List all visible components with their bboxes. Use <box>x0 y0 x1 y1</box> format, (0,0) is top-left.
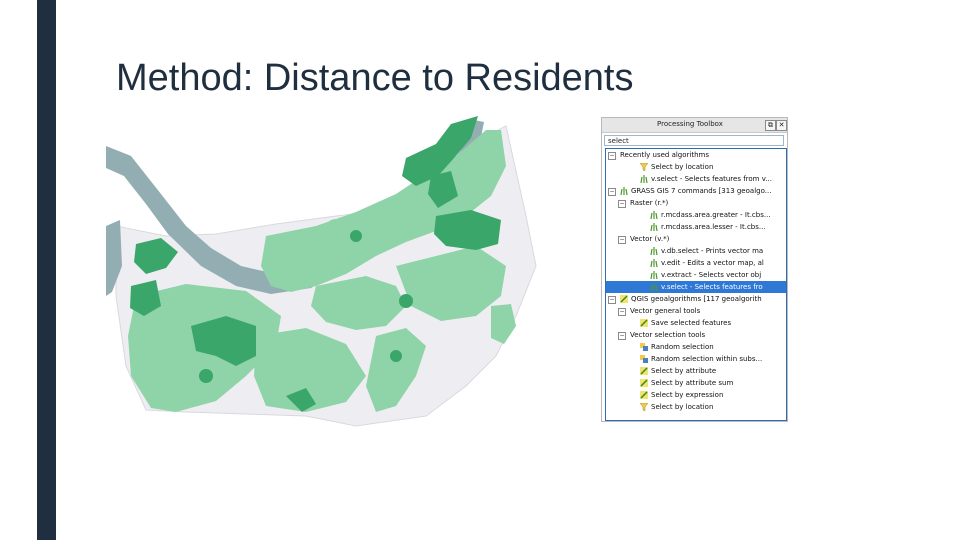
qgis-icon <box>620 295 628 303</box>
algorithm-tree[interactable]: − Recently used algorithms Select by locat… <box>605 148 787 421</box>
tree-item[interactable]: r.mcdass.area.greater - It.cbs... <box>606 209 786 221</box>
tree-item-label: Save selected features <box>651 319 732 327</box>
grass-icon <box>650 223 658 232</box>
toolbox-title: Processing Toolbox <box>657 120 723 128</box>
tree-item[interactable]: v.extract - Selects vector obj <box>606 269 786 281</box>
toolbox-search-input[interactable]: select <box>604 135 784 146</box>
tree-item[interactable]: − Vector general tools <box>606 305 786 317</box>
tree-item[interactable]: v.edit - Edits a vector map, al <box>606 257 786 269</box>
tree-item-label: Select by location <box>651 403 714 411</box>
tree-item-label: v.edit - Edits a vector map, al <box>661 259 764 267</box>
collapse-toggle-icon[interactable]: − <box>618 332 626 340</box>
tree-item[interactable]: Select by attribute <box>606 365 786 377</box>
collapse-toggle-icon[interactable]: − <box>608 152 616 160</box>
tree-item-label: v.db.select - Prints vector ma <box>661 247 764 255</box>
tree-item-label: v.select - Selects features fro <box>661 283 763 291</box>
tree-item-label: Random selection within subs... <box>651 355 763 363</box>
tree-item-label: v.extract - Selects vector obj <box>661 271 762 279</box>
tree-item[interactable]: − GRASS GIS 7 commands [313 geoalgo... <box>606 185 786 197</box>
collapse-toggle-icon[interactable]: − <box>608 188 616 196</box>
grass-icon <box>650 283 658 292</box>
tree-item[interactable]: − Recently used algorithms <box>606 149 786 161</box>
grass-icon <box>650 247 658 256</box>
close-panel-button[interactable]: ✕ <box>776 120 787 131</box>
tree-item[interactable]: Save selected features <box>606 317 786 329</box>
tree-item-label: Select by location <box>651 163 714 171</box>
tree-item[interactable]: v.select - Selects features from v... <box>606 173 786 185</box>
qgis-icon <box>640 367 648 375</box>
tree-item-label: QGIS geoalgorithms [117 geoalgorith <box>631 295 762 303</box>
toolbox-titlebar: Processing Toolbox ⧉ ✕ <box>602 118 787 133</box>
grass-icon <box>650 271 658 280</box>
tree-item[interactable]: v.select - Selects features fro <box>606 281 786 293</box>
qgis-icon <box>640 319 648 327</box>
qgis-icon <box>640 391 648 399</box>
tree-item-label: v.select - Selects features from v... <box>651 175 772 183</box>
tree-item-label: Recently used algorithms <box>620 151 709 159</box>
tree-item[interactable]: Select by attribute sum <box>606 377 786 389</box>
funnel-icon <box>639 162 649 172</box>
tree-item-label: Select by attribute <box>651 367 717 375</box>
tree-item-label: Vector general tools <box>630 307 701 315</box>
tree-item-label: Select by expression <box>651 391 724 399</box>
tree-item[interactable]: − QGIS geoalgorithms [117 geoalgorith <box>606 293 786 305</box>
grass-icon <box>640 175 648 184</box>
grass-icon <box>650 211 658 220</box>
tree-item[interactable]: Random selection <box>606 341 786 353</box>
tree-item[interactable]: Random selection within subs... <box>606 353 786 365</box>
qgis-icon <box>640 379 648 387</box>
tree-item-label: r.mcdass.area.lesser - It.cbs... <box>661 223 766 231</box>
buffer-map <box>106 116 537 427</box>
tree-item-label: GRASS GIS 7 commands [313 geoalgo... <box>631 187 772 195</box>
tree-item-label: Random selection <box>651 343 714 351</box>
random-icon <box>640 355 648 363</box>
collapse-toggle-icon[interactable]: − <box>608 296 616 304</box>
processing-toolbox-panel: Processing Toolbox ⧉ ✕ select − Recently … <box>601 117 788 422</box>
collapse-toggle-icon[interactable]: − <box>618 308 626 316</box>
grass-icon <box>650 259 658 268</box>
float-panel-button[interactable]: ⧉ <box>765 120 776 131</box>
tree-item-label: Select by attribute sum <box>651 379 734 387</box>
slide-title: Method: Distance to Residents <box>116 57 634 99</box>
tree-item-label: Raster (r.*) <box>630 199 669 207</box>
tree-item[interactable]: r.mcdass.area.lesser - It.cbs... <box>606 221 786 233</box>
tree-item[interactable]: Select by expression <box>606 389 786 401</box>
tree-item[interactable]: Select by location <box>606 401 786 413</box>
random-icon <box>640 343 648 351</box>
collapse-toggle-icon[interactable]: − <box>618 200 626 208</box>
tree-item-label: Vector selection tools <box>630 331 706 339</box>
tree-item[interactable]: Select by location <box>606 161 786 173</box>
grass-icon <box>620 187 628 196</box>
tree-item[interactable]: v.db.select - Prints vector ma <box>606 245 786 257</box>
tree-item-label: r.mcdass.area.greater - It.cbs... <box>661 211 771 219</box>
tree-item[interactable]: − Vector (v.*) <box>606 233 786 245</box>
tree-item[interactable]: − Vector selection tools <box>606 329 786 341</box>
slide-accent-bar <box>37 0 56 540</box>
tree-item-label: Vector (v.*) <box>630 235 670 243</box>
collapse-toggle-icon[interactable]: − <box>618 236 626 244</box>
funnel-icon <box>639 402 649 412</box>
tree-item[interactable]: − Raster (r.*) <box>606 197 786 209</box>
